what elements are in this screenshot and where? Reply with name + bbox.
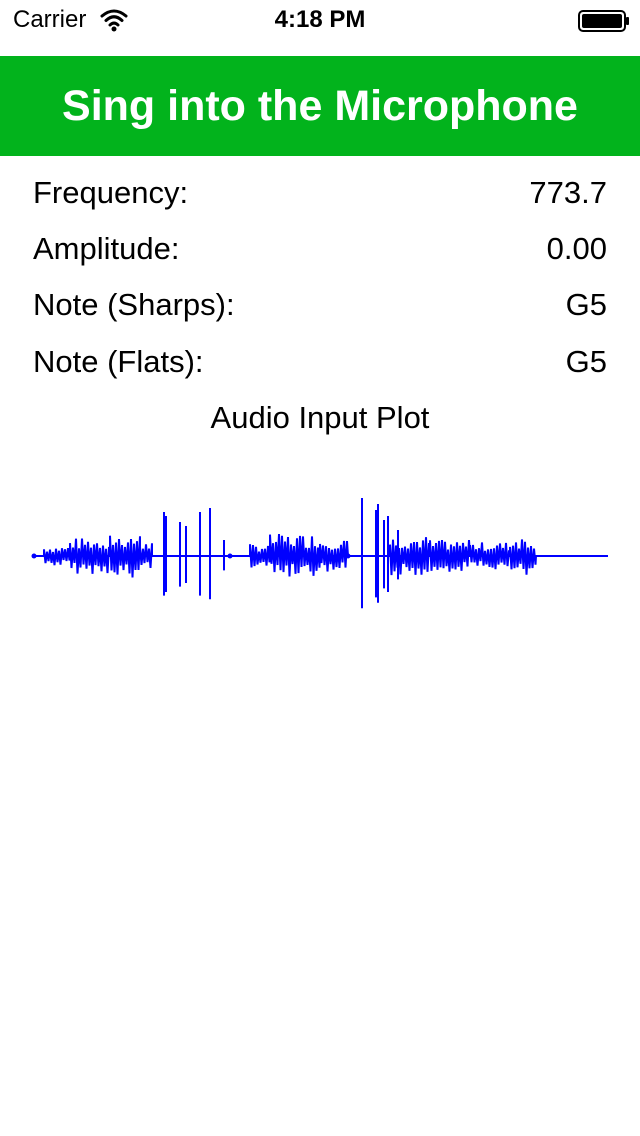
waveform-start-marker xyxy=(31,553,37,559)
amplitude-row: Amplitude: 0.00 xyxy=(33,229,607,269)
header-banner: Sing into the Microphone xyxy=(0,56,640,156)
note-sharps-value: G5 xyxy=(565,287,607,322)
frequency-row: Frequency: 773.7 xyxy=(33,173,607,213)
waveform-mid-marker-2 xyxy=(345,553,351,559)
note-flats-value: G5 xyxy=(565,344,607,379)
note-flats-row: Note (Flats): G5 xyxy=(33,342,607,382)
note-sharps-row: Note (Sharps): G5 xyxy=(33,285,607,325)
amplitude-value: 0.00 xyxy=(546,231,607,266)
audio-plot-title: Audio Input Plot xyxy=(210,400,430,435)
amplitude-label: Amplitude: xyxy=(33,231,180,266)
frequency-label: Frequency: xyxy=(33,175,189,210)
waveform-mid-marker xyxy=(227,553,233,559)
waveform-trace xyxy=(32,498,537,609)
clock: 4:18 PM xyxy=(274,6,366,33)
header-title: Sing into the Microphone xyxy=(62,82,578,130)
note-flats-label: Note (Flats): xyxy=(33,344,204,379)
frequency-value: 773.7 xyxy=(529,175,607,210)
note-sharps-label: Note (Sharps): xyxy=(33,287,235,322)
battery-icon xyxy=(578,10,629,32)
audio-waveform-plot xyxy=(31,498,608,609)
status-bar: Carrier 4:18 PM xyxy=(0,0,640,40)
